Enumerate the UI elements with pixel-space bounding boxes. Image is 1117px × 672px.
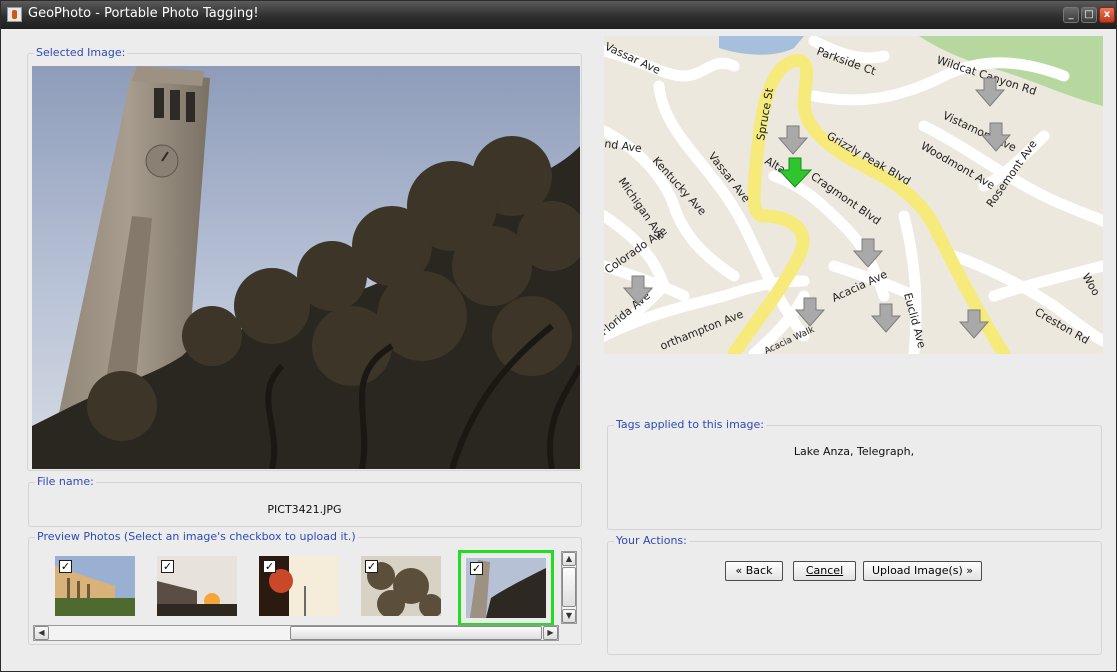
thumbnail-checkbox-2[interactable]: ✓ — [161, 560, 174, 573]
preview-horizontal-scrollbar[interactable]: ◀ ▶ — [33, 625, 559, 641]
checkmark-icon: ✓ — [366, 560, 377, 573]
vertical-scroll-thumb[interactable] — [562, 567, 576, 607]
scroll-left-button[interactable]: ◀ — [34, 626, 49, 640]
horizontal-scroll-thumb[interactable] — [290, 626, 542, 640]
actions-group: Your Actions: — [607, 534, 1102, 655]
window-title: GeoPhoto - Portable Photo Tagging! — [28, 6, 259, 21]
back-button[interactable]: « Back — [725, 561, 783, 581]
scroll-up-button[interactable]: ▲ — [562, 552, 576, 566]
scroll-down-button[interactable]: ▼ — [562, 609, 576, 623]
minimize-icon: _ — [1068, 9, 1074, 20]
map-view[interactable]: Vassar Ave Parkside Ct Wildcat Canyon Rd… — [604, 36, 1103, 354]
checkmark-icon: ✓ — [162, 560, 173, 573]
arrow-down-icon: ▼ — [565, 611, 573, 620]
maximize-icon: □ — [1084, 9, 1094, 20]
preview-photos-label: Preview Photos (Select an image's checkb… — [35, 530, 358, 543]
app-window: GeoPhoto - Portable Photo Tagging! _ □ x… — [0, 0, 1117, 672]
tags-label: Tags applied to this image: — [614, 418, 766, 431]
actions-label: Your Actions: — [614, 534, 689, 547]
thumbnail-checkbox-5[interactable]: ✓ — [470, 562, 483, 575]
close-icon: x — [1103, 9, 1111, 20]
scroll-right-button[interactable]: ▶ — [543, 626, 558, 640]
arrow-right-icon: ▶ — [547, 628, 554, 637]
cancel-button[interactable]: Cancel — [793, 561, 856, 581]
selected-image — [32, 66, 580, 469]
file-name-value: PICT3421.JPG — [267, 503, 342, 516]
thumbnail-checkbox-1[interactable]: ✓ — [59, 560, 72, 573]
close-button[interactable]: x — [1099, 7, 1115, 23]
arrow-left-icon: ◀ — [38, 628, 45, 637]
checkmark-icon: ✓ — [471, 562, 482, 575]
maximize-button[interactable]: □ — [1081, 7, 1097, 23]
title-bar[interactable]: GeoPhoto - Portable Photo Tagging! _ □ x — [1, 1, 1116, 29]
preview-vertical-scrollbar[interactable]: ▲ ▼ — [561, 551, 577, 624]
checkmark-icon: ✓ — [60, 560, 71, 573]
arrow-up-icon: ▲ — [565, 554, 573, 563]
tags-group: Tags applied to this image: — [607, 418, 1102, 530]
tags-value: Lake Anza, Telegraph, — [793, 445, 915, 458]
selected-image-label: Selected Image: — [34, 46, 128, 59]
java-app-icon — [7, 7, 22, 22]
upload-images-button[interactable]: Upload Image(s) » — [863, 561, 982, 581]
checkmark-icon: ✓ — [264, 560, 275, 573]
thumbnail-checkbox-4[interactable]: ✓ — [365, 560, 378, 573]
minimize-button[interactable]: _ — [1063, 7, 1079, 23]
thumbnail-checkbox-3[interactable]: ✓ — [263, 560, 276, 573]
file-name-label: File name: — [35, 475, 96, 488]
